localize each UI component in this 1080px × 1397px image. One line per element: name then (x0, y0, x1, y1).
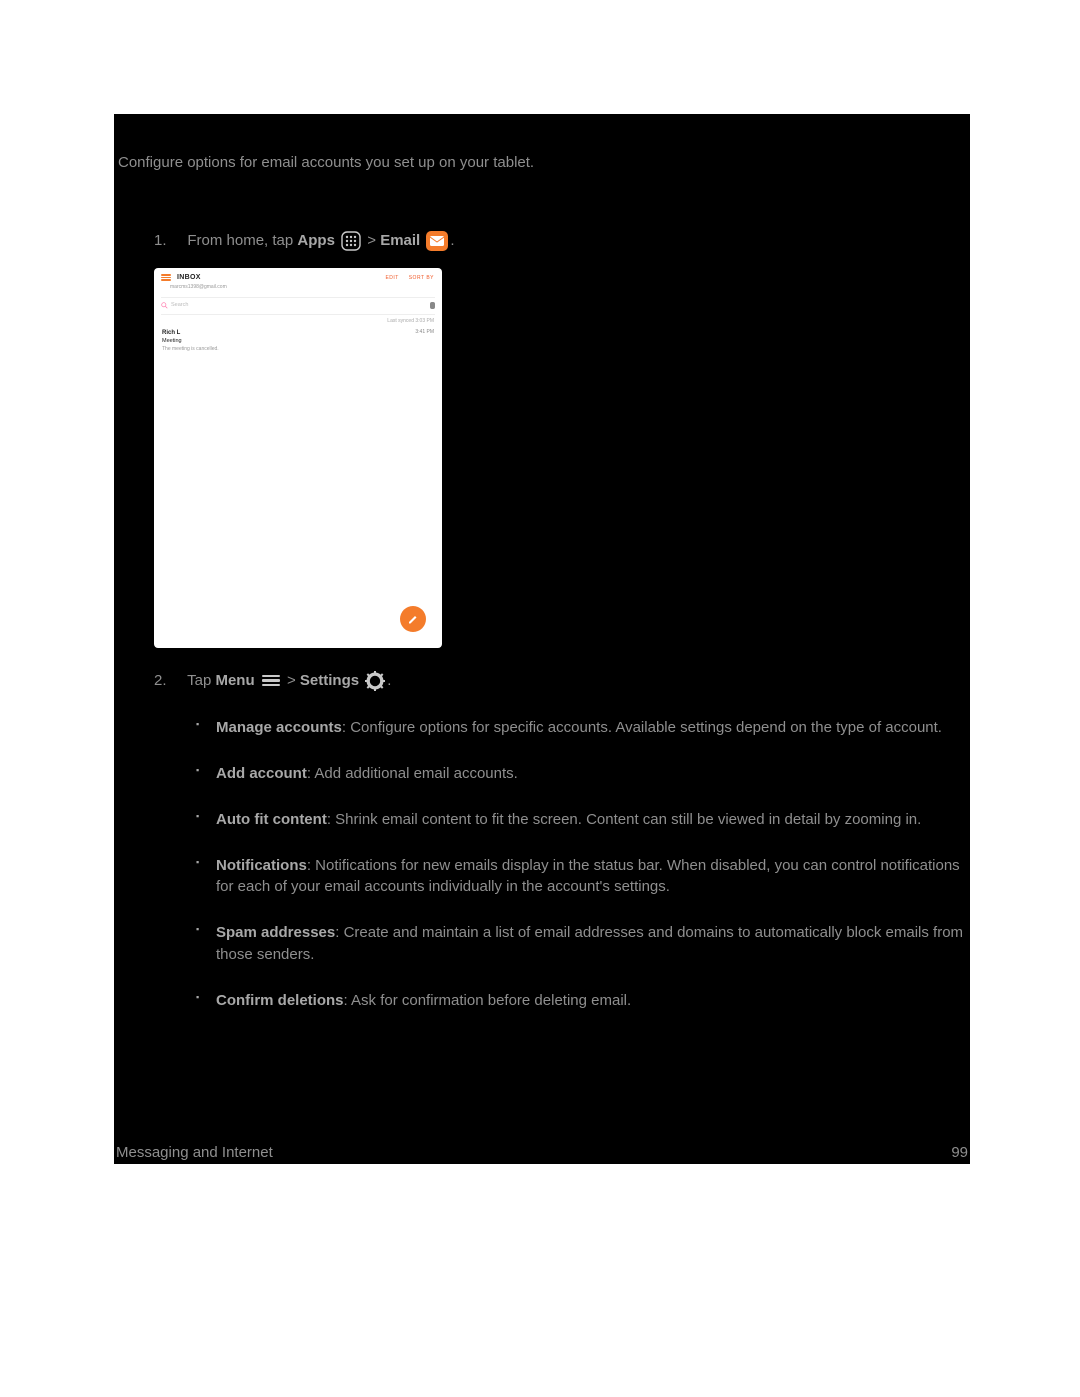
list-item: Confirm deletions: Ask for confirmation … (196, 990, 968, 1012)
email-time: 3:41 PM (415, 329, 434, 336)
list-item: Manage accounts: Configure options for s… (196, 717, 968, 739)
gear-icon (365, 671, 385, 691)
option-desc: : Add additional email accounts. (307, 765, 518, 782)
email-label: Email (380, 232, 420, 249)
step-sep: > (287, 672, 300, 689)
document-page: Configure options for email accounts you… (114, 114, 970, 1164)
sort-button[interactable]: SORT BY (409, 275, 434, 281)
step-text: Tap (187, 672, 215, 689)
email-app-screenshot: INBOX EDIT SORT BY marcms1398@gmail.com … (154, 268, 442, 648)
option-title: Confirm deletions (216, 992, 344, 1009)
mic-icon[interactable] (430, 302, 435, 309)
list-item: Notifications: Notifications for new ema… (196, 855, 968, 899)
step-end: . (450, 232, 454, 249)
email-snippet: The meeting is cancelled. (162, 346, 434, 353)
step-number: 2. (154, 672, 167, 689)
step-end: . (387, 672, 391, 689)
menu-label: Menu (215, 672, 254, 689)
option-desc: : Ask for confirmation before deleting e… (344, 992, 632, 1009)
list-item: Add account: Add additional email accoun… (196, 763, 968, 785)
email-icon (426, 231, 448, 251)
footer-page-number: 99 (951, 1142, 968, 1164)
step-1: 1. From home, tap Apps > Email . (154, 230, 968, 648)
search-placeholder: Search (171, 302, 188, 310)
option-desc: : Configure options for specific account… (342, 719, 942, 736)
step-sep: > (367, 232, 380, 249)
footer-section: Messaging and Internet (116, 1142, 273, 1164)
option-title: Spam addresses (216, 924, 335, 941)
edit-button[interactable]: EDIT (385, 275, 398, 281)
menu-icon[interactable] (161, 274, 171, 282)
option-title: Auto fit content (216, 811, 327, 828)
apps-icon (341, 231, 361, 251)
list-item: Auto fit content: Shrink email content t… (196, 809, 968, 831)
apps-label: Apps (297, 232, 335, 249)
steps-list: 1. From home, tap Apps > Email . (154, 230, 968, 1012)
option-title: Add account (216, 765, 307, 782)
page-footer: Messaging and Internet 99 (116, 1142, 968, 1164)
step-2: 2. Tap Menu > Settings (154, 670, 968, 1012)
option-desc: : Shrink email content to fit the screen… (327, 811, 921, 828)
compose-button[interactable] (400, 606, 426, 632)
search-input[interactable]: Search (161, 302, 188, 310)
email-list-item[interactable]: Rich L 3:41 PM Meeting The meeting is ca… (162, 329, 434, 353)
option-title: Notifications (216, 857, 307, 874)
list-item: Spam addresses: Create and maintain a li… (196, 922, 968, 966)
account-email: marcms1398@gmail.com (170, 284, 442, 291)
hamburger-icon (262, 673, 280, 689)
step-text: From home, tap (187, 232, 297, 249)
last-sync-text: Last synced 3:03 PM (154, 318, 434, 325)
inbox-title: INBOX (177, 273, 201, 283)
sender-name: Rich L (162, 329, 434, 338)
settings-label: Settings (300, 672, 359, 689)
settings-options-list: Manage accounts: Configure options for s… (196, 717, 968, 1011)
email-subject: Meeting (162, 338, 434, 346)
option-desc: : Notifications for new emails display i… (216, 857, 960, 896)
option-title: Manage accounts (216, 719, 342, 736)
intro-text: Configure options for email accounts you… (118, 152, 968, 174)
step-number: 1. (154, 232, 167, 249)
